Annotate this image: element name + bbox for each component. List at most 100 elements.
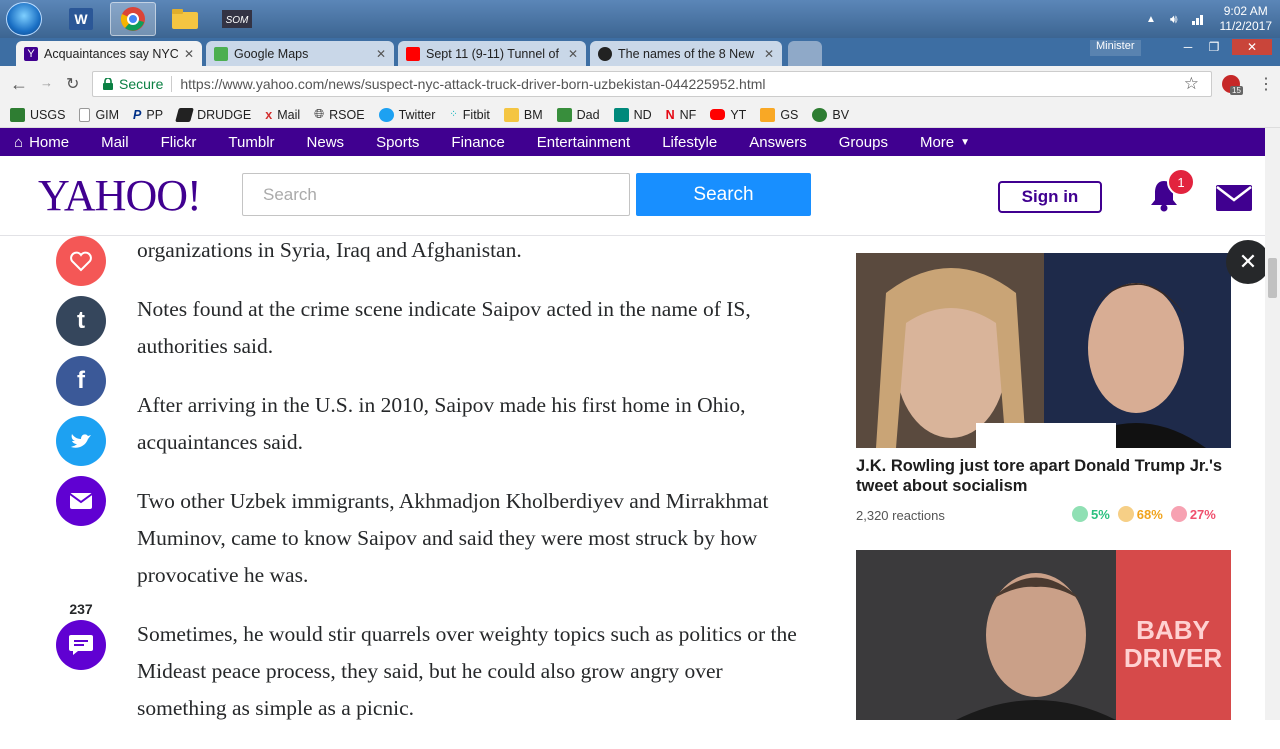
youtube-icon (710, 109, 726, 120)
nav-entertainment[interactable]: Entertainment (537, 134, 630, 151)
close-ad-icon[interactable]: ✕ (1226, 240, 1270, 284)
bookmark-label: BV (832, 107, 850, 122)
address-bar[interactable]: Secure https://www.yahoo.com/news/suspec… (92, 71, 1212, 97)
story-title[interactable]: J.K. Rowling just tore apart Donald Trum… (856, 456, 1236, 496)
twitter-icon (71, 434, 91, 448)
facebook-button[interactable]: f (56, 356, 106, 406)
tab-title: Sept 11 (9-11) Tunnel of (426, 46, 559, 61)
bookmark-label: ND (633, 107, 652, 122)
close-window-icon[interactable]: ✕ (1232, 39, 1272, 55)
tab-close-icon[interactable]: ✕ (376, 47, 386, 61)
system-tray: ▲ 🔊︎ 9:02 AM 11/2/2017 (1146, 0, 1272, 38)
bookmark-nd[interactable]: ND (613, 107, 652, 122)
tab-google-maps[interactable]: Google Maps ✕ (206, 41, 394, 66)
tab-title: The names of the 8 New (618, 46, 755, 61)
nav-groups[interactable]: Groups (839, 134, 888, 151)
bookmark-twitter[interactable]: Twitter (378, 107, 435, 122)
windows-taskbar: W SOM ▲ 🔊︎ 9:02 AM 11/2/2017 (0, 0, 1280, 38)
bookmark-bm[interactable]: BM (503, 107, 543, 122)
bookmark-yt[interactable]: YT (710, 108, 746, 122)
back-icon[interactable]: ← (10, 74, 28, 95)
nav-lifestyle[interactable]: Lifestyle (662, 134, 717, 151)
nav-mail[interactable]: Mail (101, 134, 129, 151)
reload-icon[interactable]: ↻ (66, 74, 79, 94)
tray-expand-icon[interactable]: ▲ (1146, 14, 1156, 25)
search-input[interactable] (242, 173, 630, 216)
word-app-icon[interactable]: W (58, 2, 104, 36)
heart-button[interactable] (56, 236, 106, 286)
comments-button[interactable] (56, 620, 106, 670)
nav-answers[interactable]: Answers (749, 134, 807, 151)
start-button[interactable] (6, 2, 42, 36)
twitter-button[interactable] (56, 416, 106, 466)
tab-youtube[interactable]: Sept 11 (9-11) Tunnel of ✕ (398, 41, 586, 66)
happy-percent: 5% (1091, 506, 1110, 522)
bookmark-nf[interactable]: N NF (666, 108, 697, 122)
email-share-button[interactable] (56, 476, 106, 526)
mail-icon[interactable] (1216, 185, 1252, 211)
tumblr-button[interactable]: t (56, 296, 106, 346)
tab-title: Google Maps (234, 46, 309, 61)
som-app-icon[interactable]: SOM (214, 2, 260, 36)
bookmark-label: USGS (30, 107, 66, 122)
neutral-reaction: 68% (1117, 506, 1163, 522)
bookmark-pp[interactable]: P PP (133, 108, 163, 122)
page-scrollbar[interactable] (1265, 128, 1280, 720)
bookmark-label: Fitbit (462, 107, 490, 122)
scrollbar-thumb[interactable] (1268, 258, 1277, 298)
volume-icon[interactable]: 🔊︎ (1170, 12, 1178, 27)
bookmark-usgs[interactable]: USGS (10, 107, 66, 122)
nav-flickr[interactable]: Flickr (161, 134, 197, 151)
chrome-app-icon[interactable] (110, 2, 156, 36)
article-paragraph: Two other Uzbek immigrants, Akhmadjon Kh… (137, 489, 769, 587)
tab-close-icon[interactable]: ✕ (568, 47, 578, 61)
folder-app-icon[interactable] (162, 2, 208, 36)
nav-more[interactable]: More ▼ (920, 134, 970, 151)
bookmark-label: YT (730, 107, 747, 122)
bookmark-star-icon[interactable]: ☆ (1184, 74, 1199, 94)
clock[interactable]: 9:02 AM 11/2/2017 (1220, 4, 1273, 34)
tab-yahoo[interactable]: Y Acquaintances say NYC s ✕ (16, 41, 202, 66)
clock-date: 11/2/2017 (1219, 19, 1273, 33)
nav-finance[interactable]: Finance (451, 134, 504, 151)
bookmark-rsoe[interactable]: 🌐︎ RSOE (314, 107, 364, 122)
nd-icon (613, 107, 629, 122)
url-text: https://www.yahoo.com/news/suspect-nyc-a… (180, 76, 766, 92)
new-tab-button[interactable] (788, 41, 822, 66)
story-photo (856, 253, 1231, 448)
sign-in-button[interactable]: Sign in (998, 181, 1102, 213)
bookmark-gs[interactable]: GS (760, 107, 798, 122)
profile-label[interactable]: Minister (1090, 40, 1141, 56)
bookmark-label: GIM (95, 107, 120, 122)
nav-news[interactable]: News (307, 134, 345, 151)
story-thumbnail[interactable] (856, 253, 1231, 448)
bookmark-gim[interactable]: GIM (79, 107, 120, 122)
minimize-icon[interactable]: ─ (1176, 39, 1200, 55)
network-icon[interactable] (1191, 13, 1206, 25)
globe-icon: 🌐︎ (314, 107, 325, 121)
tab-close-icon[interactable]: ✕ (184, 47, 194, 61)
story-thumbnail[interactable]: BABY DRIVER (856, 550, 1231, 720)
nav-sports[interactable]: Sports (376, 134, 419, 151)
bookmark-label: DRUDGE (197, 107, 252, 122)
bookmark-mail[interactable]: x Mail (265, 108, 300, 122)
tab-abc-news[interactable]: The names of the 8 New ✕ (590, 41, 782, 66)
secure-indicator[interactable]: Secure (103, 76, 163, 92)
bookmark-drudge[interactable]: DRUDGE (175, 107, 252, 122)
yahoo-logo[interactable]: YAHOO! (38, 170, 202, 221)
forward-icon[interactable]: → (40, 75, 53, 90)
menu-icon[interactable]: ⋮ (1258, 74, 1274, 94)
dad-icon (556, 107, 572, 122)
folder-icon (503, 107, 519, 122)
tab-close-icon[interactable]: ✕ (764, 47, 774, 61)
maximize-icon[interactable]: ❐ (1202, 39, 1226, 55)
nav-home[interactable]: ⌂ Home (14, 134, 69, 151)
tab-title: Acquaintances say NYC s (44, 46, 178, 61)
bookmark-dad[interactable]: Dad (556, 107, 600, 122)
comment-bubble-icon (69, 635, 93, 655)
search-button[interactable]: Search (636, 173, 811, 216)
tumblr-icon: t (77, 307, 85, 334)
bookmark-fitbit[interactable]: ⁘ Fitbit (449, 108, 489, 122)
bookmark-bv[interactable]: BV (812, 107, 850, 122)
nav-tumblr[interactable]: Tumblr (228, 134, 274, 151)
